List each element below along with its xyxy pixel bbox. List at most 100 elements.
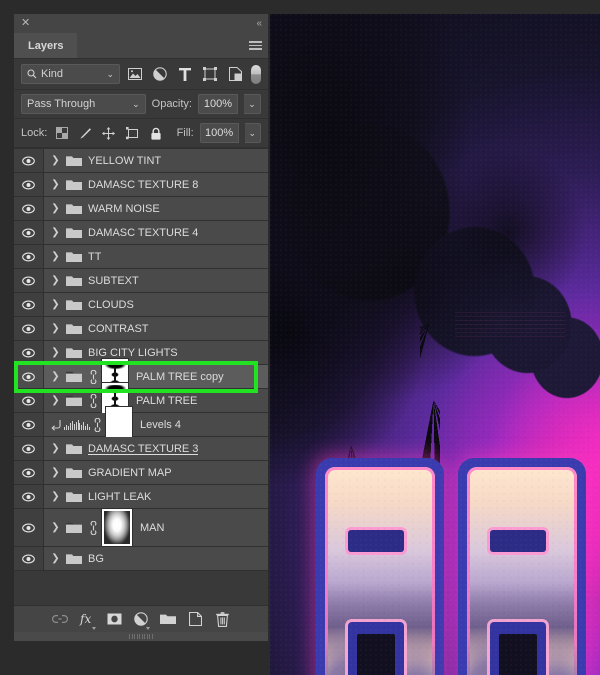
lock-image-pixels-icon[interactable] <box>77 125 94 141</box>
layer-row[interactable]: ❯ CLOUDS <box>14 293 268 317</box>
layer-name[interactable]: LIGHT LEAK <box>86 491 151 503</box>
layer-name[interactable]: MAN <box>138 522 164 534</box>
hamburger-menu-icon[interactable] <box>242 33 268 58</box>
opacity-input[interactable]: 100% <box>198 94 238 114</box>
layer-visibility-eye-icon[interactable] <box>14 547 44 570</box>
mask-link-chain-icon[interactable] <box>86 393 101 408</box>
group-expand-chevron-icon[interactable]: ❯ <box>49 155 62 166</box>
group-expand-chevron-icon[interactable]: ❯ <box>49 553 62 564</box>
layer-visibility-eye-icon[interactable] <box>14 269 44 292</box>
fill-chevron-down-icon[interactable]: ⌄ <box>244 123 262 143</box>
opacity-chevron-down-icon[interactable]: ⌄ <box>244 94 261 114</box>
layer-name[interactable]: Levels 4 <box>138 419 181 431</box>
layer-row[interactable]: ❯ GRADIENT MAP <box>14 461 268 485</box>
group-expand-chevron-icon[interactable]: ❯ <box>49 443 62 454</box>
layer-row[interactable]: ❯ DAMASC TEXTURE 4 <box>14 221 268 245</box>
mask-link-chain-icon[interactable] <box>86 369 101 384</box>
layer-name[interactable]: BG <box>86 553 104 565</box>
layer-visibility-eye-icon[interactable] <box>14 341 44 364</box>
filter-shape-layers-icon[interactable] <box>201 65 220 83</box>
layer-mask-thumbnail[interactable] <box>101 508 133 547</box>
layer-visibility-eye-icon[interactable] <box>14 365 44 388</box>
group-expand-chevron-icon[interactable]: ❯ <box>49 467 62 478</box>
layer-visibility-eye-icon[interactable] <box>14 485 44 508</box>
chevron-down-icon[interactable]: ⌄ <box>106 69 114 80</box>
layer-row[interactable]: ❯ YELLOW TINT <box>14 149 268 173</box>
layer-row[interactable]: ❯ WARM NOISE <box>14 197 268 221</box>
levels-adjustment-icon[interactable] <box>64 419 90 430</box>
lock-artboard-nesting-icon[interactable] <box>124 125 141 141</box>
layer-visibility-eye-icon[interactable] <box>14 149 44 172</box>
filter-enable-toggle[interactable] <box>250 64 262 84</box>
filter-smart-object-icon[interactable] <box>226 65 245 83</box>
blend-mode-select[interactable]: Pass Through ⌄ <box>21 94 146 114</box>
layer-name[interactable]: GRADIENT MAP <box>86 467 172 479</box>
layer-name[interactable]: TT <box>86 251 101 263</box>
layer-name[interactable]: DAMASC TEXTURE 3 <box>86 443 198 455</box>
close-icon[interactable]: ✕ <box>21 18 30 29</box>
layer-name[interactable]: WARM NOISE <box>86 203 160 215</box>
delete-layer-button[interactable] <box>209 606 236 632</box>
layer-visibility-eye-icon[interactable] <box>14 389 44 412</box>
filter-type-layers-icon[interactable] <box>176 65 195 83</box>
group-expand-chevron-icon[interactable]: ❯ <box>49 491 62 502</box>
layer-row[interactable]: ❯ SUBTEXT <box>14 269 268 293</box>
layer-visibility-eye-icon[interactable] <box>14 317 44 340</box>
group-expand-chevron-icon[interactable]: ❯ <box>49 203 62 214</box>
layer-row[interactable]: Levels 4 <box>14 406 268 443</box>
layer-visibility-eye-icon[interactable] <box>14 245 44 268</box>
fill-input[interactable]: 100% <box>199 123 239 143</box>
layer-name[interactable]: CLOUDS <box>86 299 134 311</box>
group-expand-chevron-icon[interactable]: ❯ <box>49 299 62 310</box>
mask-link-chain-icon[interactable] <box>86 520 101 535</box>
tab-layers[interactable]: Layers <box>14 33 78 58</box>
layer-style-fx-button[interactable]: fx <box>74 606 101 632</box>
panel-resize-grip[interactable] <box>14 632 268 641</box>
mask-link-chain-icon[interactable] <box>90 417 105 432</box>
layer-visibility-eye-icon[interactable] <box>14 461 44 484</box>
layer-visibility-eye-icon[interactable] <box>14 509 44 546</box>
layer-name[interactable]: DAMASC TEXTURE 8 <box>86 179 198 191</box>
group-expand-chevron-icon[interactable]: ❯ <box>49 347 62 358</box>
layer-name[interactable]: PALM TREE <box>134 395 197 407</box>
chevron-down-icon[interactable]: ⌄ <box>132 99 140 110</box>
group-expand-chevron-icon[interactable]: ❯ <box>49 227 62 238</box>
layer-name[interactable]: DAMASC TEXTURE 4 <box>86 227 198 239</box>
new-group-button[interactable] <box>155 606 182 632</box>
layer-visibility-eye-icon[interactable] <box>14 413 44 436</box>
group-expand-chevron-icon[interactable]: ❯ <box>49 323 62 334</box>
group-expand-chevron-icon[interactable]: ❯ <box>49 371 62 382</box>
group-expand-chevron-icon[interactable]: ❯ <box>49 522 62 533</box>
new-layer-button[interactable] <box>182 606 209 632</box>
filter-pixel-layers-icon[interactable] <box>126 65 145 83</box>
layer-list[interactable]: ❯ YELLOW TINT ❯ DAMASC TEXTURE 8 ❯ WARM NOISE… <box>14 148 268 605</box>
layer-name[interactable]: CONTRAST <box>86 323 149 335</box>
link-layers-button[interactable] <box>47 606 74 632</box>
layer-visibility-eye-icon[interactable] <box>14 221 44 244</box>
layer-name[interactable]: YELLOW TINT <box>86 155 161 167</box>
group-expand-chevron-icon[interactable]: ❯ <box>49 251 62 262</box>
layer-row[interactable]: ❯ DAMASC TEXTURE 8 <box>14 173 268 197</box>
layer-row[interactable]: ❯ BG <box>14 547 268 571</box>
layer-visibility-eye-icon[interactable] <box>14 437 44 460</box>
layer-row[interactable]: ❯ CONTRAST <box>14 317 268 341</box>
layer-name[interactable]: PALM TREE copy <box>134 371 224 383</box>
new-adjustment-layer-button[interactable] <box>128 606 155 632</box>
layer-name[interactable]: SUBTEXT <box>86 275 139 287</box>
filter-kind-select[interactable]: Kind ⌄ <box>21 64 121 84</box>
lock-transparent-pixels-icon[interactable] <box>53 125 70 141</box>
layer-row[interactable]: ❯ TT <box>14 245 268 269</box>
group-expand-chevron-icon[interactable]: ❯ <box>49 395 62 406</box>
layer-visibility-eye-icon[interactable] <box>14 293 44 316</box>
filter-adjustment-layers-icon[interactable] <box>151 65 170 83</box>
group-expand-chevron-icon[interactable]: ❯ <box>49 275 62 286</box>
layer-row[interactable]: ❯ MAN <box>14 508 268 547</box>
lock-position-icon[interactable] <box>100 125 117 141</box>
layer-name[interactable]: BIG CITY LIGHTS <box>86 347 178 359</box>
layer-visibility-eye-icon[interactable] <box>14 173 44 196</box>
group-expand-chevron-icon[interactable]: ❯ <box>49 179 62 190</box>
layer-visibility-eye-icon[interactable] <box>14 197 44 220</box>
layer-row[interactable]: ❯ DAMASC TEXTURE 3 <box>14 437 268 461</box>
layer-row[interactable]: ❯ LIGHT LEAK <box>14 485 268 509</box>
lock-all-icon[interactable] <box>147 125 164 141</box>
